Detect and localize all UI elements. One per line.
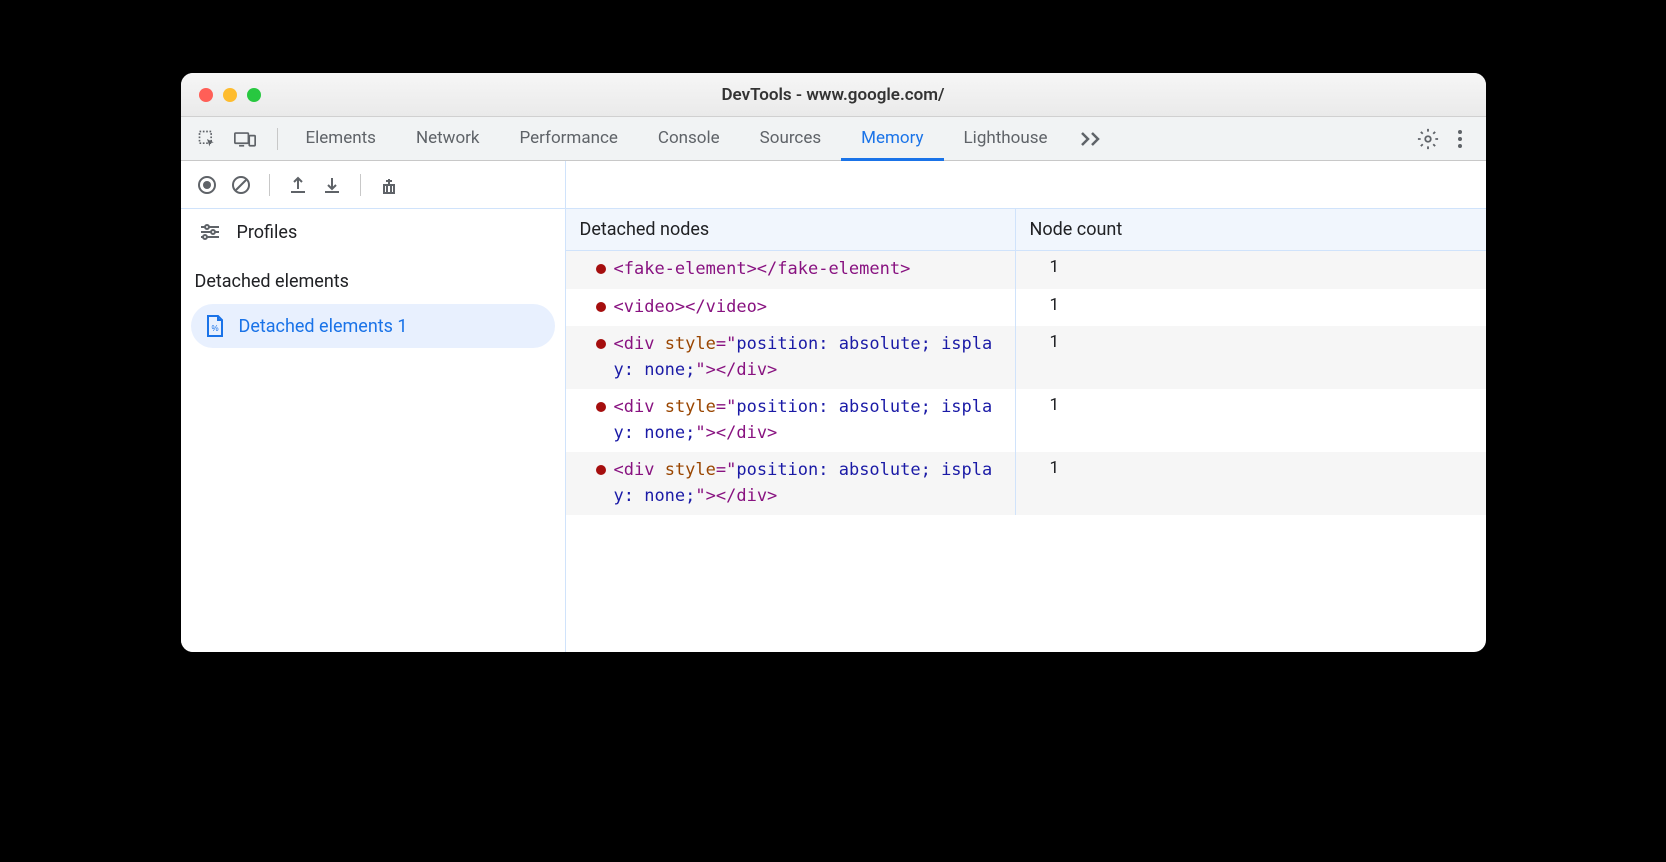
detached-node-cell: <div style="position: absolute; isplay: … (566, 452, 1016, 515)
separator (269, 174, 270, 196)
tab-network[interactable]: Network (396, 118, 500, 161)
inspect-element-icon[interactable] (193, 125, 221, 153)
detached-node-cell: <video></video> (566, 289, 1016, 327)
clear-icon[interactable] (227, 171, 255, 199)
profiles-sidebar: Profiles Detached elements % Detached el… (181, 209, 566, 652)
upload-icon[interactable] (284, 171, 312, 199)
download-icon[interactable] (318, 171, 346, 199)
record-icon[interactable] (193, 171, 221, 199)
node-count-cell: 1 (1016, 289, 1486, 321)
node-markup: <fake-element></fake-element> (614, 257, 911, 283)
memory-toolbar (181, 161, 1486, 209)
table-row[interactable]: <div style="position: absolute; isplay: … (566, 389, 1486, 452)
table-header: Detached nodes Node count (566, 209, 1486, 251)
column-header-nodes[interactable]: Detached nodes (566, 209, 1016, 250)
devtools-window: DevTools - www.google.com/ ElementsNetwo… (181, 73, 1486, 652)
sliders-icon (199, 221, 221, 243)
detached-nodes-table: Detached nodes Node count <fake-element>… (566, 209, 1486, 652)
more-tabs-button[interactable] (1068, 131, 1114, 147)
node-count-cell: 1 (1016, 326, 1486, 358)
titlebar: DevTools - www.google.com/ (181, 73, 1486, 117)
tabbar-right (1414, 125, 1478, 153)
window-title: DevTools - www.google.com/ (721, 85, 944, 105)
node-markup: <div style="position: absolute; isplay: … (614, 332, 1001, 383)
minimize-window-button[interactable] (223, 88, 237, 102)
memory-toolbar-left (181, 161, 566, 208)
table-row[interactable]: <video></video> 1 (566, 289, 1486, 327)
separator (360, 174, 361, 196)
close-window-button[interactable] (199, 88, 213, 102)
table-row[interactable]: <div style="position: absolute; isplay: … (566, 452, 1486, 515)
settings-icon[interactable] (1414, 125, 1442, 153)
file-icon: % (205, 314, 225, 338)
node-count-cell: 1 (1016, 389, 1486, 421)
table-row[interactable]: <div style="position: absolute; isplay: … (566, 326, 1486, 389)
tabs: ElementsNetworkPerformanceConsoleSources… (286, 117, 1068, 160)
node-markup: <video></video> (614, 295, 768, 321)
node-markup: <div style="position: absolute; isplay: … (614, 458, 1001, 509)
tab-elements[interactable]: Elements (286, 118, 396, 161)
profiles-label: Profiles (237, 222, 298, 243)
svg-text:%: % (211, 324, 218, 333)
node-count-cell: 1 (1016, 452, 1486, 484)
table-body: <fake-element></fake-element>1<video></v… (566, 251, 1486, 652)
separator (277, 128, 278, 150)
node-count-cell: 1 (1016, 251, 1486, 283)
tabbar: ElementsNetworkPerformanceConsoleSources… (181, 117, 1486, 161)
profile-item-label: Detached elements 1 (239, 316, 408, 337)
column-header-count[interactable]: Node count (1016, 209, 1486, 250)
node-status-dot-icon (596, 339, 606, 349)
node-markup: <div style="position: absolute; isplay: … (614, 395, 1001, 446)
node-status-dot-icon (596, 302, 606, 312)
tab-sources[interactable]: Sources (740, 118, 841, 161)
table-row[interactable]: <fake-element></fake-element> 1 (566, 251, 1486, 289)
main-content: Profiles Detached elements % Detached el… (181, 209, 1486, 652)
node-status-dot-icon (596, 264, 606, 274)
device-toolbar-icon[interactable] (231, 125, 259, 153)
tabbar-left-icons (189, 125, 269, 153)
profile-item-detached-1[interactable]: % Detached elements 1 (191, 304, 555, 348)
tab-console[interactable]: Console (638, 118, 740, 161)
detached-node-cell: <div style="position: absolute; isplay: … (566, 389, 1016, 452)
node-status-dot-icon (596, 402, 606, 412)
node-status-dot-icon (596, 465, 606, 475)
detached-elements-section-label: Detached elements (181, 255, 565, 300)
tab-memory[interactable]: Memory (841, 118, 943, 161)
collect-garbage-icon[interactable] (375, 171, 403, 199)
maximize-window-button[interactable] (247, 88, 261, 102)
more-menu-icon[interactable] (1446, 125, 1474, 153)
traffic-lights (199, 88, 261, 102)
detached-node-cell: <fake-element></fake-element> (566, 251, 1016, 289)
tab-lighthouse[interactable]: Lighthouse (944, 118, 1068, 161)
profiles-header[interactable]: Profiles (181, 209, 565, 255)
detached-node-cell: <div style="position: absolute; isplay: … (566, 326, 1016, 389)
tab-performance[interactable]: Performance (500, 118, 638, 161)
